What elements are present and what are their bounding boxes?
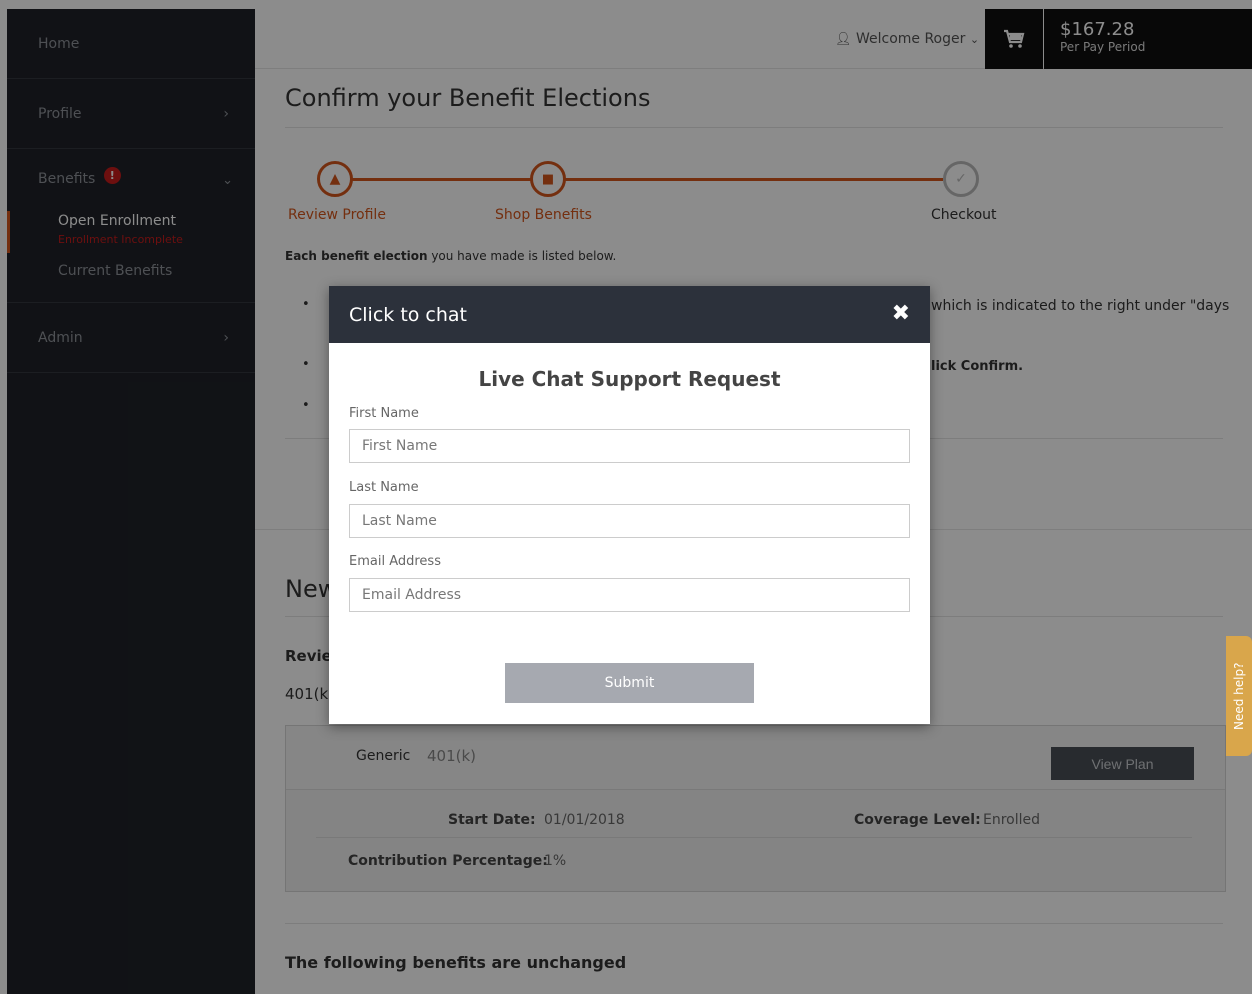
modal-title: Live Chat Support Request — [478, 367, 781, 391]
last-name-input[interactable] — [349, 504, 910, 538]
first-name-input[interactable] — [349, 429, 910, 463]
first-name-label: First Name — [349, 406, 419, 421]
close-icon[interactable]: ✖ — [892, 303, 910, 325]
email-label: Email Address — [349, 554, 441, 569]
last-name-label: Last Name — [349, 480, 419, 495]
need-help-label: Need help? — [1232, 662, 1246, 730]
modal-header: Click to chat ✖ — [329, 286, 930, 343]
submit-button[interactable]: Submit — [505, 663, 754, 703]
need-help-tab[interactable]: Need help? — [1226, 636, 1252, 756]
email-input[interactable] — [349, 578, 910, 612]
modal-header-title: Click to chat — [349, 303, 468, 326]
chat-modal: Click to chat ✖ Live Chat Support Reques… — [329, 286, 930, 724]
